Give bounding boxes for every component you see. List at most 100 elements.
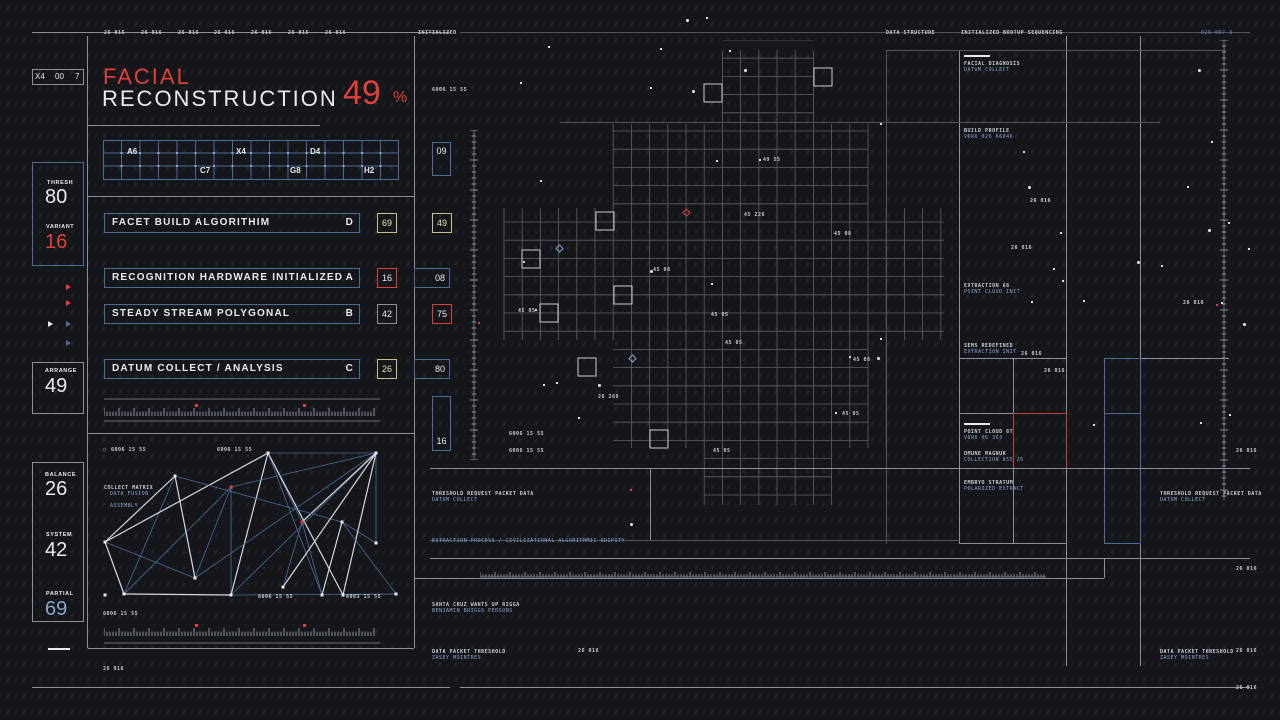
network-graph <box>103 451 398 597</box>
network-node <box>300 520 304 524</box>
grid-map-label-2: 45 226 <box>744 212 766 218</box>
grid-map-label-9: 45 05 <box>842 411 860 417</box>
scatter-dot <box>711 283 713 285</box>
network-edge <box>230 452 269 596</box>
index-b: 00 <box>55 72 64 81</box>
network-edge <box>194 452 377 579</box>
progress-percent-value: 49 <box>343 74 381 112</box>
scatter-dot <box>1248 248 1250 250</box>
scatter-dot <box>716 160 718 162</box>
top-code-2: 26 016 <box>141 30 163 36</box>
small-grid-node <box>305 165 308 167</box>
grid-map-box <box>595 211 615 231</box>
side-box-bottom: 16 <box>432 396 451 451</box>
scatter-dot <box>1093 424 1095 426</box>
top-frame-line-right <box>460 32 1250 33</box>
small-grid-node <box>213 152 215 154</box>
scatter-dot <box>1083 300 1085 302</box>
bottom-code-1: 26 016 <box>578 648 600 654</box>
grid-map-marker-blue <box>628 354 637 363</box>
index-c: 7 <box>75 72 80 81</box>
network-node <box>374 451 378 455</box>
process-steady-stream-code: B <box>345 308 354 319</box>
small-grid-node <box>213 165 215 167</box>
small-grid-node <box>120 152 123 154</box>
threshold-right-sub: DATUM COLLECT <box>1160 497 1206 503</box>
side-box-top: 09 <box>432 142 451 176</box>
stat-underline <box>48 648 70 650</box>
small-grid-node <box>139 165 141 167</box>
network-node <box>193 576 197 580</box>
network-code-a-icon: ▢ <box>103 447 107 453</box>
bottom-code-2: 26 016 <box>1236 685 1258 691</box>
process-recognition-right: 08 <box>414 268 450 288</box>
progress-percent-sign: % <box>393 89 408 106</box>
network-node <box>320 593 324 597</box>
arrow-marker-3 <box>66 321 71 327</box>
network-node <box>229 593 233 597</box>
network-edge <box>321 521 343 596</box>
small-grid-node <box>361 152 363 154</box>
scatter-dot <box>1060 232 1062 234</box>
stat-label-system: SYSTEM <box>46 532 73 538</box>
network-node <box>229 485 233 489</box>
grid-label-g8: G8 <box>290 166 301 175</box>
scatter-dot <box>759 159 761 161</box>
scatter-dot <box>1208 229 1211 232</box>
scatter-dot <box>1243 323 1246 326</box>
network-edge <box>123 593 232 596</box>
top-code-1: 26 016 <box>104 30 126 36</box>
grid-map-box <box>703 83 723 103</box>
network-edge <box>267 452 344 596</box>
small-grid-node <box>342 152 345 154</box>
process-recognition-hardware-label: RECOGNITION HARDWARE INITIALIZED <box>112 272 344 283</box>
small-grid <box>103 140 399 180</box>
small-grid-node <box>194 165 197 167</box>
process-datum-collect-label: DATUM COLLECT / ANALYSIS <box>112 363 284 374</box>
process-facet-build[interactable]: FACET BUILD ALGORITHIM D <box>104 213 360 233</box>
point-cloud-marker <box>964 423 990 425</box>
network-edge <box>267 452 323 596</box>
process-steady-stream-label: STEADY STREAM POLYGONAL <box>112 308 291 319</box>
small-grid-node <box>120 165 123 167</box>
embryo-sub: POLARIZED EXTRACT <box>964 486 1024 492</box>
network-code-a: 6006 15 55 <box>111 447 147 453</box>
network-edge <box>174 475 343 523</box>
sems-redefined-sub: EXTRACTION INIT <box>964 349 1017 355</box>
network-edge <box>301 452 377 523</box>
small-grid-node <box>250 165 252 167</box>
scatter-dot <box>1031 301 1033 303</box>
build-profile-sub: V6R6 026 66046 <box>964 134 1014 140</box>
initialized-label: INITIALIZED <box>418 30 457 36</box>
network-node <box>340 520 344 524</box>
small-grid-node <box>268 165 271 167</box>
scatter-dot <box>1137 261 1140 264</box>
grid-map <box>503 40 944 505</box>
grid-label-h2: H2 <box>364 166 375 175</box>
scatter-dot <box>877 357 880 360</box>
stat-label-partial: PARTIAL <box>46 591 74 597</box>
stat-value-thresh: 80 <box>45 186 68 208</box>
scatter-dot <box>578 417 580 419</box>
process-facet-build-code: D <box>345 217 354 228</box>
process-facet-value: 69 <box>377 213 397 233</box>
small-grid-node <box>176 165 178 167</box>
top-frame-line <box>32 32 450 33</box>
process-recognition-hardware[interactable]: RECOGNITION HARDWARE INITIALIZED A <box>104 268 360 288</box>
grid-map-label-7: 26 269 <box>598 394 620 400</box>
small-grid-node <box>231 152 234 154</box>
small-grid-node <box>250 152 252 154</box>
process-steady-stream[interactable]: STEADY STREAM POLYGONAL B <box>104 304 360 324</box>
process-datum-collect[interactable]: DATUM COLLECT / ANALYSIS C <box>104 359 360 379</box>
santa-sub: BENJAMIN BRIGGS PERSONS <box>432 608 513 614</box>
packet-sub: ZASEY MOINTRES <box>432 655 482 661</box>
scatter-dot <box>523 261 525 263</box>
scatter-dot <box>880 123 882 125</box>
bottom-row-line-1 <box>430 468 1250 469</box>
process-datum-collect-code: C <box>345 363 354 374</box>
grid-map-box <box>521 249 541 269</box>
stat-value-balance: 26 <box>45 478 68 500</box>
omune-sub: COLLECTION 655 26 <box>964 457 1024 463</box>
scatter-dot-red <box>478 322 480 324</box>
network-node <box>281 585 285 589</box>
